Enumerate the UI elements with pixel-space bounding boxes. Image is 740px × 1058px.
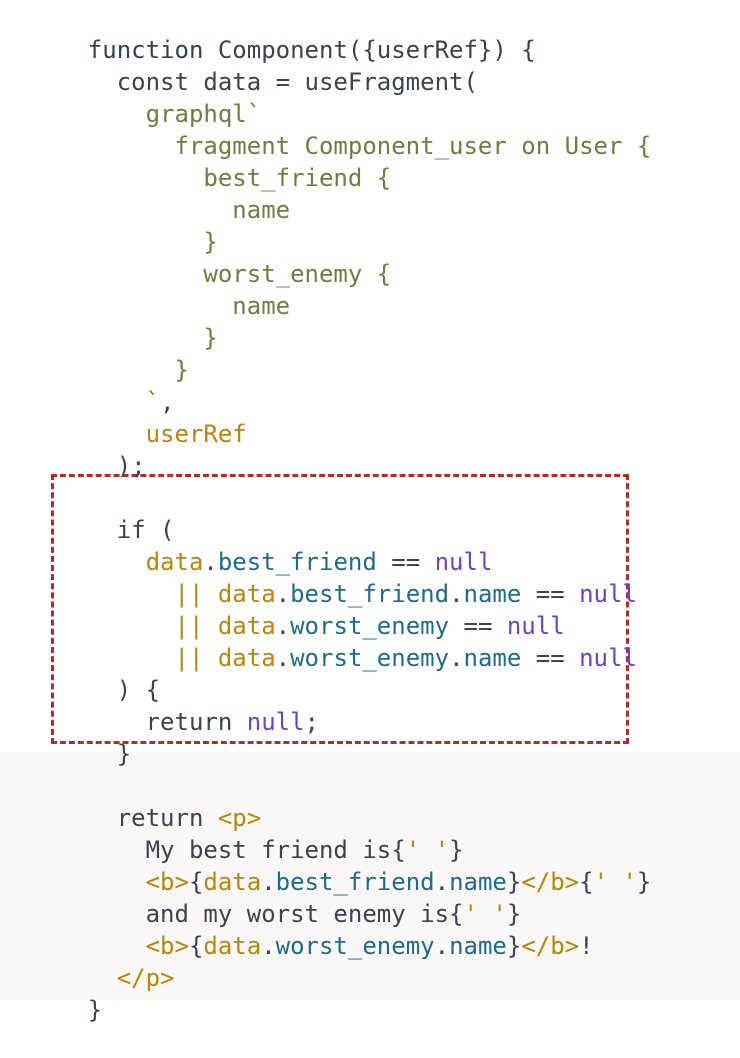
code-line: userRef	[87, 420, 247, 448]
code-line: <b>{data.worst_enemy.name}</b>!	[145, 932, 594, 960]
code-line: name	[87, 196, 291, 224]
code-line: <b>{data.best_friend.name}</b>{' '}	[145, 868, 652, 896]
code-line: || data.worst_enemy == null	[174, 612, 565, 640]
code-line: return null;	[87, 708, 319, 736]
code-line: return <p>	[87, 804, 262, 832]
code-line: fragment Component_user on User {	[87, 132, 652, 160]
code-line: }	[87, 228, 218, 256]
code-line: data.best_friend == null	[145, 548, 493, 576]
code-line: `,	[87, 388, 175, 416]
code-line: and my worst enemy is{' '}	[87, 900, 522, 928]
code-line: best_friend {	[87, 164, 392, 192]
code-line: name	[87, 292, 291, 320]
code-line: worst_enemy {	[87, 260, 392, 288]
code-line: graphql`	[87, 100, 262, 128]
code-line: const data = useFragment(	[87, 68, 478, 96]
code-line: function Component({userRef}) {	[87, 36, 536, 64]
code-line: My best friend is{' '}	[87, 836, 464, 864]
code-viewer: function Component({userRef}) { const da…	[0, 0, 740, 1024]
code-line: }	[87, 324, 218, 352]
code-line: }	[87, 740, 132, 768]
code-line: }	[87, 996, 103, 1024]
code-line: </p>	[116, 964, 175, 992]
code-line: if (	[87, 516, 175, 544]
code-line: ) {	[87, 676, 161, 704]
code-line: }	[87, 356, 189, 384]
code-line: || data.worst_enemy.name == null	[174, 644, 637, 672]
code-line: || data.best_friend.name == null	[174, 580, 637, 608]
code-line: );	[87, 452, 146, 480]
